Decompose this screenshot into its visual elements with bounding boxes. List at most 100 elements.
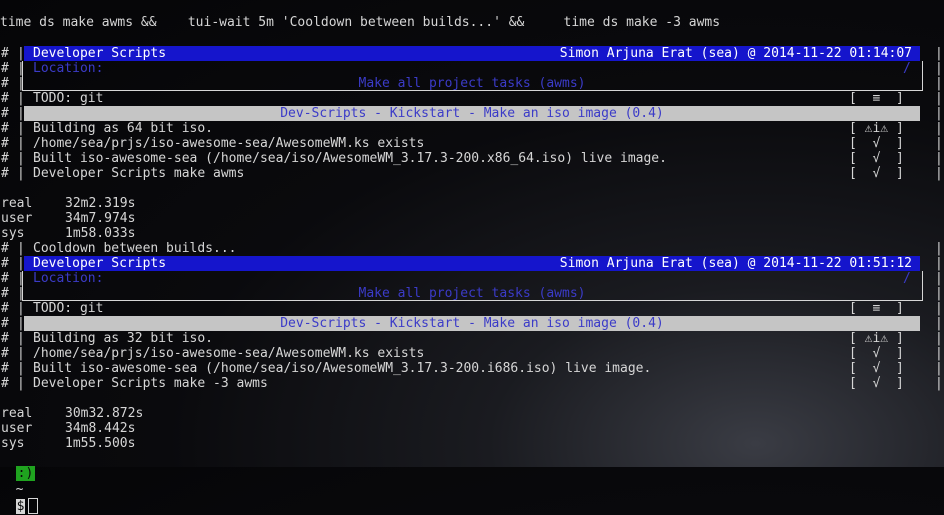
run-2-todo-status: [ ≡ ]	[849, 301, 904, 316]
run-2-section-bar: Dev-Scripts - Kickstart - Make an iso im…	[24, 316, 920, 331]
run-2-item: # | Building as 32 bit iso. [ ⚠i⚠ ] |	[0, 331, 944, 346]
timing-key: user	[1, 421, 33, 436]
gutter-pipe: |	[17, 376, 25, 391]
gutter-pipe: |	[17, 166, 25, 181]
run-1-timing-sys: sys 1m58.033s	[1, 226, 135, 241]
timing-key: real	[1, 196, 33, 211]
gutter-pipe-right: |	[935, 136, 943, 151]
run-1-timing-user: user 34m7.974s	[1, 211, 135, 226]
check-status-icon: [ √ ]	[849, 136, 904, 151]
run-1-item: # | Built iso-awesome-sea (/home/sea/iso…	[0, 151, 944, 166]
run-1-item-text: /home/sea/prjs/iso-awesome-sea/AwesomeWM…	[33, 136, 425, 151]
timing-key: real	[1, 406, 33, 421]
gutter-pipe: |	[17, 331, 25, 346]
cooldown-text: Cooldown between builds...	[33, 241, 237, 256]
run-2-location-path: /	[903, 271, 911, 286]
gutter-hash: #	[1, 256, 9, 271]
gutter-pipe: |	[17, 346, 25, 361]
run-2-header-user-time: Simon Arjuna Erat (sea) @ 2014-11-22 01:…	[559, 256, 912, 271]
run-1-header-bar: Developer Scripts Simon Arjuna Erat (sea…	[24, 46, 920, 61]
run-2-todo-text: TODO: git	[33, 301, 104, 316]
shell-prompt[interactable]: :) ~ $	[0, 450, 39, 514]
gutter-hash: #	[1, 241, 9, 256]
gutter-hash: #	[1, 91, 9, 106]
run-2-timing-sys: sys 1m55.500s	[1, 436, 135, 451]
gutter-pipe-right: |	[935, 166, 943, 181]
run-1-location-desc: Make all project tasks (awms)	[358, 76, 586, 91]
run-2-location-label: Location:	[33, 271, 104, 286]
check-status-icon: [ √ ]	[849, 361, 904, 376]
run-2-location-row: # | Location: / |	[0, 271, 944, 286]
check-status-icon: [ √ ]	[849, 166, 904, 181]
gutter-hash: #	[1, 271, 9, 286]
timing-key: sys	[1, 436, 25, 451]
timing-value: 30m32.872s	[65, 406, 144, 421]
gutter-pipe-right: |	[935, 46, 943, 61]
gutter-pipe-right: |	[935, 346, 943, 361]
gutter-pipe-right: |	[935, 301, 943, 316]
check-status-icon: [ √ ]	[849, 346, 904, 361]
gutter-hash: #	[1, 136, 9, 151]
run-2-item: # | Built iso-awesome-sea (/home/sea/iso…	[0, 361, 944, 376]
text-cursor[interactable]	[28, 498, 39, 514]
run-1-todo-status: [ ≡ ]	[849, 91, 904, 106]
gutter-pipe: |	[17, 121, 25, 136]
gutter-pipe: |	[17, 301, 25, 316]
warning-status-icon: [ ⚠i⚠ ]	[849, 121, 904, 136]
run-1-location-label: Location:	[33, 61, 104, 76]
run-2-item-text: Building as 32 bit iso.	[33, 331, 214, 346]
run-1-item-text: Building as 64 bit iso.	[33, 121, 214, 136]
run-1-item: # | /home/sea/prjs/iso-awesome-sea/Aweso…	[0, 136, 944, 151]
run-2-item-text: /home/sea/prjs/iso-awesome-sea/AwesomeWM…	[33, 346, 425, 361]
gutter-pipe: |	[17, 136, 25, 151]
run-2-timing-real: real 30m32.872s	[1, 406, 143, 421]
run-1-header-title: Developer Scripts	[33, 46, 167, 61]
timing-value: 1m58.033s	[65, 226, 136, 241]
run-2-item-text: Developer Scripts make -3 awms	[33, 376, 268, 391]
gutter-hash: #	[1, 376, 9, 391]
check-status-icon: [ √ ]	[849, 151, 904, 166]
timing-value: 34m7.974s	[65, 211, 136, 226]
run-2-timing-user: user 34m8.442s	[1, 421, 135, 436]
run-1-location-row: # | Location: / |	[0, 61, 944, 76]
gutter-pipe: |	[17, 361, 25, 376]
prompt-path: ~	[15, 482, 24, 497]
gutter-hash: #	[1, 121, 9, 136]
gutter-hash: #	[1, 331, 9, 346]
gutter-pipe-right: |	[935, 331, 943, 346]
gutter-hash: #	[1, 301, 9, 316]
run-2-location-frame-left	[22, 271, 23, 301]
gutter-pipe-right: |	[935, 106, 943, 121]
gutter-pipe-right: |	[935, 256, 943, 271]
run-2-section-title: Dev-Scripts - Kickstart - Make an iso im…	[280, 316, 664, 331]
gutter-pipe: |	[17, 61, 25, 76]
gutter-pipe: |	[17, 91, 25, 106]
run-1-timing-real: real 32m2.319s	[1, 196, 135, 211]
timing-value: 1m55.500s	[65, 436, 136, 451]
gutter-pipe: |	[17, 271, 25, 286]
run-1-section-bar: Dev-Scripts - Kickstart - Make an iso im…	[24, 106, 920, 121]
gutter-pipe-right: |	[935, 151, 943, 166]
cooldown-row: # | Cooldown between builds... |	[0, 241, 944, 256]
gutter-pipe-right: |	[935, 241, 943, 256]
gutter-pipe-right: |	[935, 121, 943, 136]
gutter-pipe-right: |	[935, 286, 943, 301]
prompt-symbol: $	[15, 498, 26, 514]
run-1-item-text: Built iso-awesome-sea (/home/sea/iso/Awe…	[33, 151, 667, 166]
gutter-pipe-right: |	[935, 76, 943, 91]
gutter-pipe-right: |	[935, 376, 943, 391]
run-1-header-row: # | Developer Scripts Simon Arjuna Erat …	[0, 46, 944, 61]
gutter-pipe: |	[17, 241, 25, 256]
run-1-section-title: Dev-Scripts - Kickstart - Make an iso im…	[280, 106, 664, 121]
run-2-location-desc-row: # | Make all project tasks (awms) |	[0, 286, 944, 301]
run-1-section-row: # | Dev-Scripts - Kickstart - Make an is…	[0, 106, 944, 121]
prompt-badge: :)	[15, 466, 36, 481]
run-2-header-bar: Developer Scripts Simon Arjuna Erat (sea…	[24, 256, 920, 271]
gutter-hash: #	[1, 166, 9, 181]
gutter-pipe-right: |	[935, 361, 943, 376]
run-1-header-user-time: Simon Arjuna Erat (sea) @ 2014-11-22 01:…	[559, 46, 912, 61]
run-2-section-row: # | Dev-Scripts - Kickstart - Make an is…	[0, 316, 944, 331]
run-2-item-text: Built iso-awesome-sea (/home/sea/iso/Awe…	[33, 361, 652, 376]
run-1-location-path: /	[903, 61, 911, 76]
gutter-pipe-right: |	[935, 91, 943, 106]
